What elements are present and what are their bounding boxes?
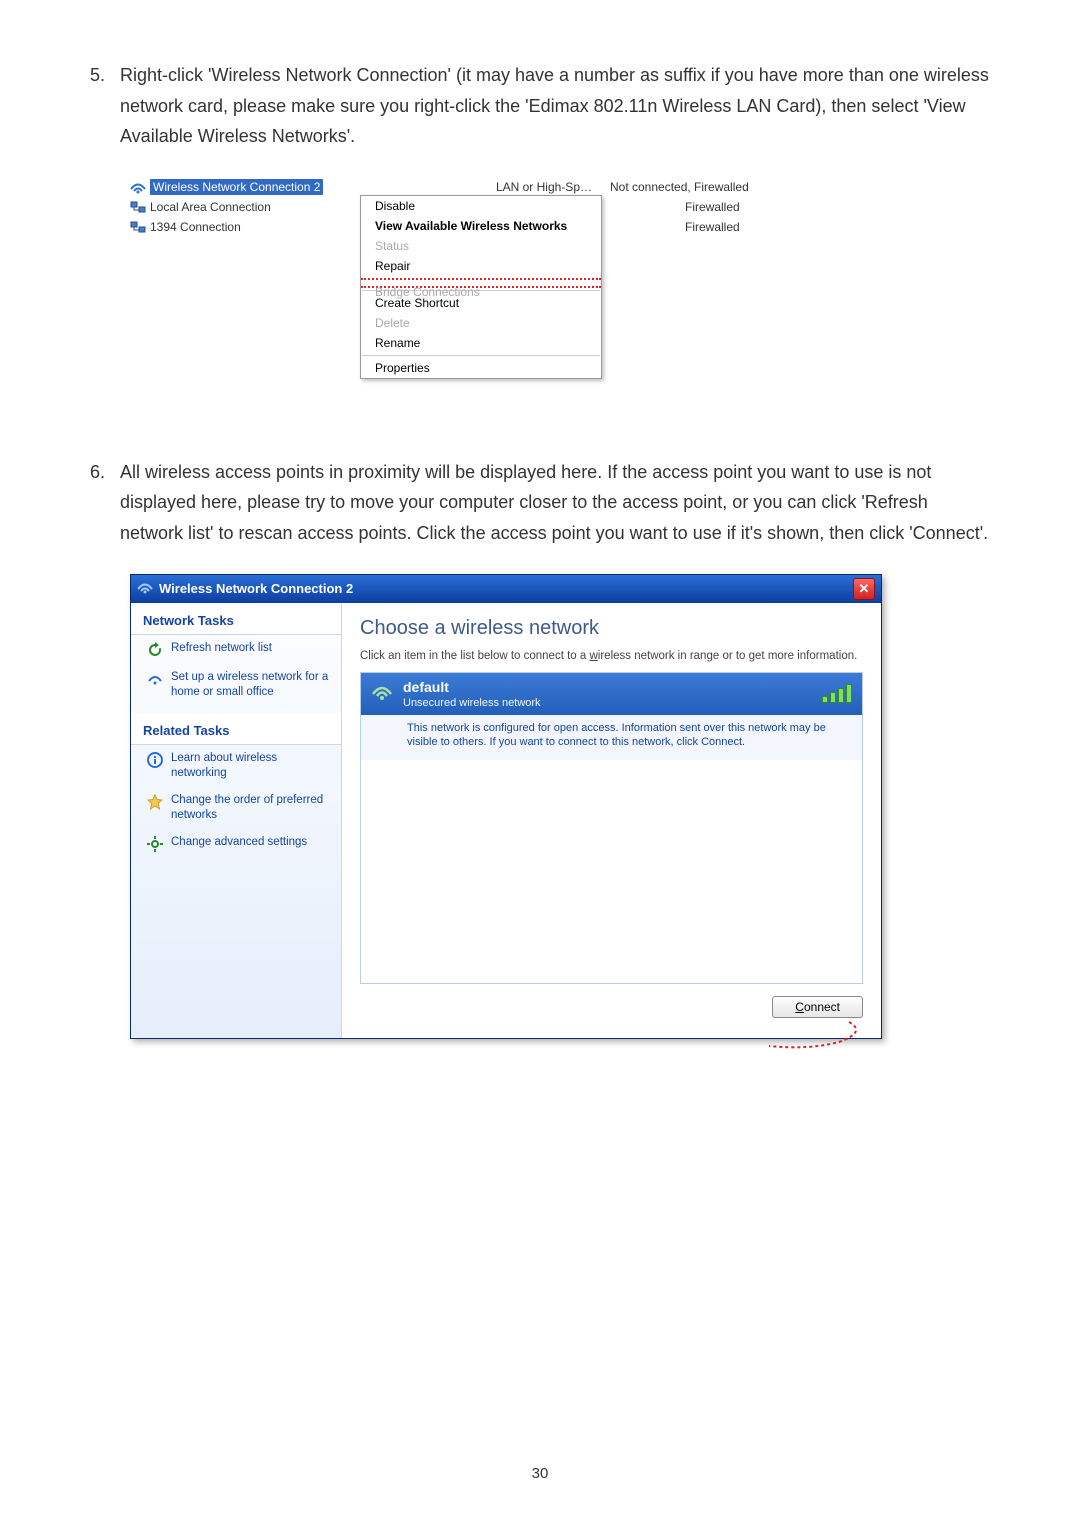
step-text: Right-click 'Wireless Network Connection… (120, 60, 990, 152)
sidebar-item-label: Change advanced settings (171, 835, 307, 850)
sidebar-item-order[interactable]: Change the order of preferred networks (131, 787, 341, 829)
network-security: Unsecured wireless network (403, 697, 541, 709)
menu-separator-2 (362, 355, 600, 356)
sidebar-item-advanced[interactable]: Change advanced settings (131, 829, 341, 858)
annotation-dotted-sep-1 (361, 278, 601, 280)
info-icon (147, 752, 163, 768)
status-column-header: LAN or High-Sp… (355, 180, 610, 194)
step-text: All wireless access points in proximity … (120, 457, 990, 549)
step-5: 5. Right-click 'Wireless Network Connect… (90, 60, 990, 152)
wifi-icon (137, 580, 153, 597)
sidebar-item-refresh[interactable]: Refresh network list (131, 635, 341, 664)
sidebar-section-related-tasks: Related Tasks (131, 713, 341, 745)
setup-icon (147, 671, 163, 687)
page-number: 30 (10, 1465, 1070, 1482)
star-icon (147, 794, 163, 810)
sidebar-section-network-tasks: Network Tasks (131, 603, 341, 635)
menu-delete: Delete (361, 313, 601, 333)
refresh-icon (147, 642, 163, 658)
dialog-title: Wireless Network Connection 2 (159, 581, 353, 596)
menu-repair[interactable]: Repair (361, 256, 601, 276)
menu-status: Status (361, 236, 601, 256)
menu-disable[interactable]: Disable (361, 196, 601, 216)
network-ssid: default (403, 679, 541, 695)
context-menu: Disable View Available Wireless Networks… (360, 195, 602, 379)
menu-properties[interactable]: Properties (361, 358, 601, 378)
sidebar-item-label: Set up a wireless network for a home or … (171, 670, 329, 700)
connection-local[interactable]: Local Area Connection (150, 200, 271, 214)
step-number: 6. (90, 457, 120, 488)
sidebar-item-setup[interactable]: Set up a wireless network for a home or … (131, 664, 341, 706)
close-button[interactable]: ✕ (853, 578, 875, 600)
connection-1394[interactable]: 1394 Connection (150, 220, 241, 234)
sidebar-item-label: Learn about wireless networking (171, 751, 329, 781)
status-firewalled: Firewalled (685, 200, 780, 214)
network-item-default[interactable]: default Unsecured wireless network (361, 673, 862, 715)
lan-icon (130, 200, 146, 214)
signal-strength-icon (822, 685, 852, 703)
step-6: 6. All wireless access points in proximi… (90, 457, 990, 549)
connect-button[interactable]: Connect (772, 996, 863, 1018)
status-firewalled-2: Firewalled (685, 220, 780, 234)
step-number: 5. (90, 60, 120, 91)
network-list: default Unsecured wireless network This … (360, 672, 863, 984)
dialog-titlebar: Wireless Network Connection 2 ✕ (131, 575, 881, 603)
network-description: This network is configured for open acce… (361, 715, 862, 761)
wifi-icon (130, 180, 146, 194)
status-value: Not connected, Firewalled (610, 180, 780, 194)
menu-create-shortcut[interactable]: Create Shortcut (361, 293, 601, 313)
ieee1394-icon (130, 220, 146, 234)
menu-rename[interactable]: Rename (361, 333, 601, 353)
sidebar-item-label: Change the order of preferred networks (171, 793, 329, 823)
dialog-sidebar: Network Tasks Refresh network list Set u… (131, 603, 342, 1038)
dialog-heading: Choose a wireless network (360, 617, 863, 640)
menu-view-networks[interactable]: View Available Wireless Networks (361, 216, 601, 236)
sidebar-item-learn[interactable]: Learn about wireless networking (131, 745, 341, 787)
dialog-main: Choose a wireless network Click an item … (342, 603, 881, 1038)
figure-context-menu: Wireless Network Connection 2 LAN or Hig… (130, 177, 780, 427)
figure-wireless-dialog: Wireless Network Connection 2 ✕ Network … (130, 574, 882, 1039)
connection-wireless[interactable]: Wireless Network Connection 2 (150, 179, 323, 195)
wifi-icon (371, 682, 393, 705)
dialog-subtext: Click an item in the list below to conne… (360, 650, 863, 662)
sidebar-item-label: Refresh network list (171, 641, 272, 656)
gear-icon (147, 836, 163, 852)
close-icon: ✕ (859, 581, 870, 597)
